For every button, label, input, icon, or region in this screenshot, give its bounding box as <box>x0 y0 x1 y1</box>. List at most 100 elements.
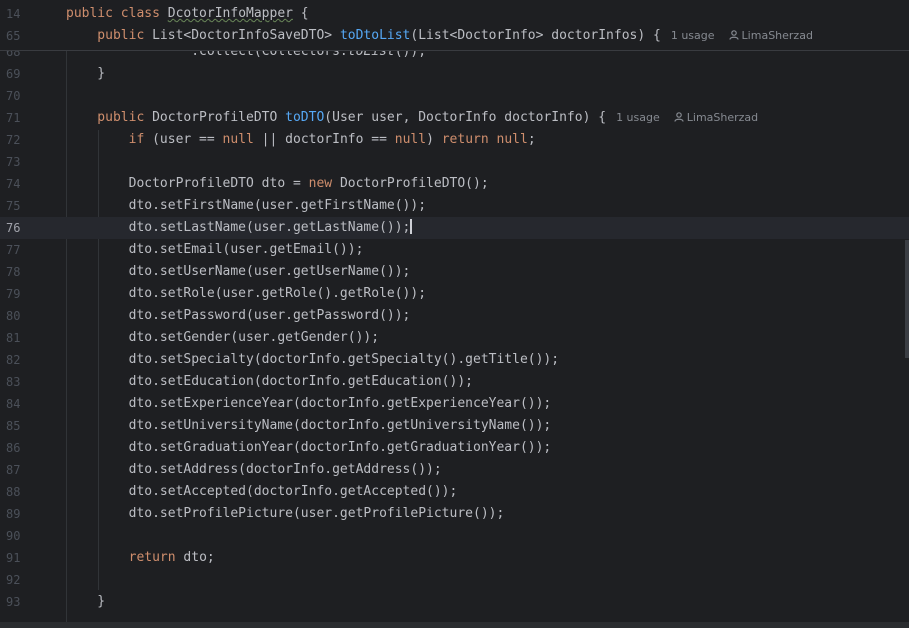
code-text[interactable]: dto.setUserName(user.getUserName()); <box>66 261 411 283</box>
code-line[interactable]: 70 <box>0 85 909 107</box>
line-number: 86 <box>6 441 21 455</box>
line-number: 91 <box>6 551 21 565</box>
code-line[interactable]: 74 DoctorProfileDTO dto = new DoctorProf… <box>0 173 909 195</box>
code-token: public class <box>66 6 168 21</box>
code-text[interactable]: dto.setRole(user.getRole().getRole()); <box>66 283 426 305</box>
line-number: 73 <box>6 155 21 169</box>
code-token: null <box>394 132 427 147</box>
code-text[interactable]: if (user == null || doctorInfo == null) … <box>66 129 536 151</box>
code-text[interactable]: dto.setEmail(user.getEmail()); <box>66 239 364 261</box>
code-text[interactable]: dto.setUniversityName(doctorInfo.getUniv… <box>66 415 552 437</box>
line-number: 75 <box>6 199 21 213</box>
line-number: 70 <box>6 89 21 103</box>
code-line[interactable]: 84 dto.setExperienceYear(doctorInfo.getE… <box>0 393 909 415</box>
author-hint[interactable]: LimaSherzad <box>687 111 758 124</box>
code-line[interactable]: 92 <box>0 569 909 591</box>
code-line[interactable]: 91 return dto; <box>0 547 909 569</box>
line-number: 89 <box>6 507 21 521</box>
code-token: dto.setGender(user.getGender()); <box>66 330 380 345</box>
code-line[interactable]: 71 public DoctorProfileDTO toDTO(User us… <box>0 107 909 129</box>
code-token: dto.setAccepted(doctorInfo.getAccepted()… <box>66 484 458 499</box>
code-editor[interactable]: 68 .collect(Collectors.toList()); 69 } 70 7… <box>0 0 909 628</box>
code-line[interactable]: 88 dto.setAccepted(doctorInfo.getAccepte… <box>0 481 909 503</box>
code-line[interactable]: 69 } <box>0 63 909 85</box>
code-text[interactable]: } <box>66 591 105 613</box>
code-text[interactable]: public List<DoctorInfoSaveDTO> toDtoList… <box>66 25 813 47</box>
code-text[interactable]: public class DcotorInfoMapper { <box>66 3 309 25</box>
code-text[interactable]: dto.setEducation(doctorInfo.getEducation… <box>66 371 473 393</box>
line-number: 77 <box>6 243 21 257</box>
code-token: return null <box>441 132 528 147</box>
code-token: DcotorInfoMapper <box>167 6 293 21</box>
code-token: (List<DoctorInfo> doctorInfos) { <box>410 28 661 43</box>
code-token: if <box>66 132 153 147</box>
horizontal-scrollbar[interactable] <box>0 622 909 628</box>
line-number: 84 <box>6 397 21 411</box>
code-token: dto.setFirstName(user.getFirstName()); <box>66 198 427 213</box>
sticky-scroll-header[interactable]: 14 public class DcotorInfoMapper {65 publ… <box>0 0 909 51</box>
code-text[interactable]: dto.setSpecialty(doctorInfo.getSpecialty… <box>66 349 559 371</box>
line-number: 65 <box>6 29 21 43</box>
code-line[interactable]: 85 dto.setUniversityName(doctorInfo.getU… <box>0 415 909 437</box>
code-text[interactable]: dto.setGraduationYear(doctorInfo.getGrad… <box>66 437 552 459</box>
code-text[interactable]: dto.setFirstName(user.getFirstName()); <box>66 195 426 217</box>
code-text[interactable]: dto.setExperienceYear(doctorInfo.getExpe… <box>66 393 552 415</box>
code-line[interactable]: 87 dto.setAddress(doctorInfo.getAddress(… <box>0 459 909 481</box>
code-line[interactable]: 14 public class DcotorInfoMapper { <box>0 3 909 25</box>
code-text[interactable]: public DoctorProfileDTO toDTO(User user,… <box>66 107 758 129</box>
code-text[interactable]: DoctorProfileDTO dto = new DoctorProfile… <box>66 173 489 195</box>
code-line[interactable]: 93 } <box>0 591 909 613</box>
code-line[interactable]: 77 dto.setEmail(user.getEmail()); <box>0 239 909 261</box>
code-line[interactable]: 65 public List<DoctorInfoSaveDTO> toDtoL… <box>0 25 909 47</box>
line-number: 85 <box>6 419 21 433</box>
code-text[interactable]: dto.setPassword(user.getPassword()); <box>66 305 411 327</box>
author-hint[interactable]: LimaSherzad <box>742 29 813 42</box>
line-number: 72 <box>6 133 21 147</box>
code-line[interactable]: 81 dto.setGender(user.getGender()); <box>0 327 909 349</box>
code-token: { <box>292 6 309 21</box>
code-token: dto.setExperienceYear(doctorInfo.getExpe… <box>66 396 552 411</box>
code-line[interactable]: 73 <box>0 151 909 173</box>
line-number: 92 <box>6 573 21 587</box>
usage-hint[interactable]: 1 usage <box>616 111 660 124</box>
code-token: DoctorProfileDTO(); <box>339 176 489 191</box>
code-token: toDTO <box>285 110 325 125</box>
usage-hint[interactable]: 1 usage <box>671 29 715 42</box>
code-line[interactable]: 75 dto.setFirstName(user.getFirstName())… <box>0 195 909 217</box>
code-line[interactable]: 76 dto.setLastName(user.getLastName()); <box>0 217 909 239</box>
line-number: 88 <box>6 485 21 499</box>
line-number: 82 <box>6 353 21 367</box>
code-line[interactable]: 82 dto.setSpecialty(doctorInfo.getSpecia… <box>0 349 909 371</box>
code-line[interactable]: 89 dto.setProfilePicture(user.getProfile… <box>0 503 909 525</box>
code-token: dto.setEmail(user.getEmail()); <box>66 242 364 257</box>
code-text[interactable]: dto.setAddress(doctorInfo.getAddress()); <box>66 459 442 481</box>
line-number: 81 <box>6 331 21 345</box>
line-number: 90 <box>6 529 21 543</box>
code-text[interactable]: return dto; <box>66 547 215 569</box>
code-text[interactable]: dto.setProfilePicture(user.getProfilePic… <box>66 503 505 525</box>
code-token: dto.setProfilePicture(user.getProfilePic… <box>66 506 505 521</box>
code-line[interactable]: 80 dto.setPassword(user.getPassword()); <box>0 305 909 327</box>
code-line[interactable]: 90 <box>0 525 909 547</box>
code-token: public <box>66 28 153 43</box>
line-number: 83 <box>6 375 21 389</box>
code-token: toDtoList <box>339 28 411 43</box>
line-number: 69 <box>6 67 21 81</box>
code-token: (User user, DoctorInfo doctorInfo) { <box>324 110 607 125</box>
code-token: return <box>128 550 184 565</box>
code-line[interactable]: 83 dto.setEducation(doctorInfo.getEducat… <box>0 371 909 393</box>
code-text[interactable]: dto.setGender(user.getGender()); <box>66 327 379 349</box>
user-icon <box>674 108 684 122</box>
code-token: (user == <box>152 132 223 147</box>
code-line[interactable]: 78 dto.setUserName(user.getUserName()); <box>0 261 909 283</box>
code-line[interactable]: 79 dto.setRole(user.getRole().getRole())… <box>0 283 909 305</box>
code-line[interactable]: 86 dto.setGraduationYear(doctorInfo.getG… <box>0 437 909 459</box>
code-text[interactable]: dto.setAccepted(doctorInfo.getAccepted()… <box>66 481 458 503</box>
scrollbar-thumb[interactable] <box>905 240 909 358</box>
code-text[interactable]: } <box>66 63 105 85</box>
line-number: 74 <box>6 177 21 191</box>
code-line[interactable]: 72 if (user == null || doctorInfo == nul… <box>0 129 909 151</box>
code-text[interactable]: dto.setLastName(user.getLastName()); <box>66 217 413 239</box>
line-number: 71 <box>6 111 21 125</box>
